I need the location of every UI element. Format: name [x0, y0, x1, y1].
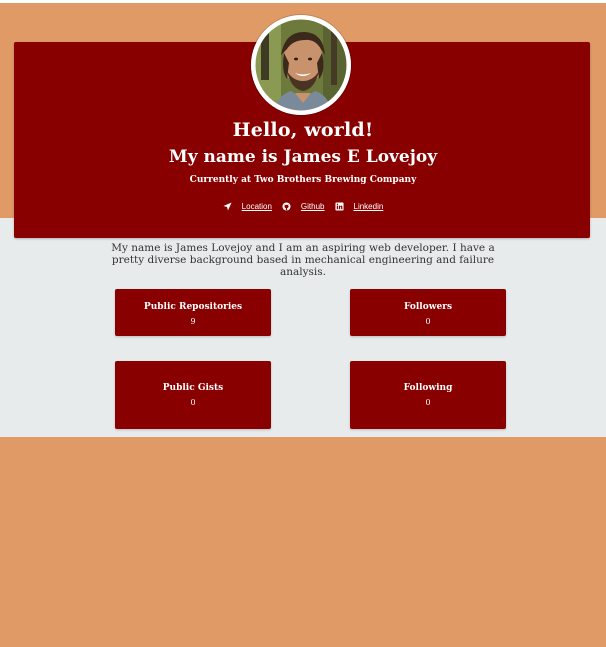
avatar	[251, 15, 351, 115]
followers-value: 0	[425, 317, 431, 326]
location-arrow-icon	[223, 202, 232, 211]
profile-links: Location Github Linkedin	[0, 202, 606, 211]
followers-card: Followers 0	[350, 289, 506, 336]
top-strip	[0, 0, 606, 3]
location-link[interactable]: Location	[242, 202, 272, 211]
linkedin-link[interactable]: Linkedin	[354, 202, 384, 211]
github-icon	[282, 202, 291, 211]
public-gists-label: Public Gists	[162, 383, 224, 393]
public-gists-card: Public Gists 0	[115, 361, 271, 429]
greeting-heading: Hello, world!	[232, 119, 374, 141]
public-repos-value: 9	[190, 317, 196, 326]
followers-label: Followers	[403, 302, 453, 312]
public-gists-value: 0	[190, 398, 196, 407]
bio-text: My name is James Lovejoy and I am an asp…	[111, 242, 495, 278]
public-repos-label: Public Repositories	[143, 302, 243, 312]
github-link[interactable]: Github	[301, 202, 325, 211]
employment-text: Currently at Two Brothers Brewing Compan…	[189, 175, 417, 185]
name-heading: My name is James E Lovejoy	[168, 147, 438, 167]
linkedin-icon	[334, 202, 344, 211]
following-label: Following	[403, 383, 453, 393]
profile-photo	[251, 15, 351, 115]
following-card: Following 0	[350, 361, 506, 429]
following-value: 0	[425, 398, 431, 407]
location-link-group: Location	[223, 202, 272, 211]
github-link-group: Github	[282, 202, 325, 211]
public-repos-card: Public Repositories 9	[115, 289, 271, 336]
linkedin-link-group: Linkedin	[334, 202, 384, 211]
